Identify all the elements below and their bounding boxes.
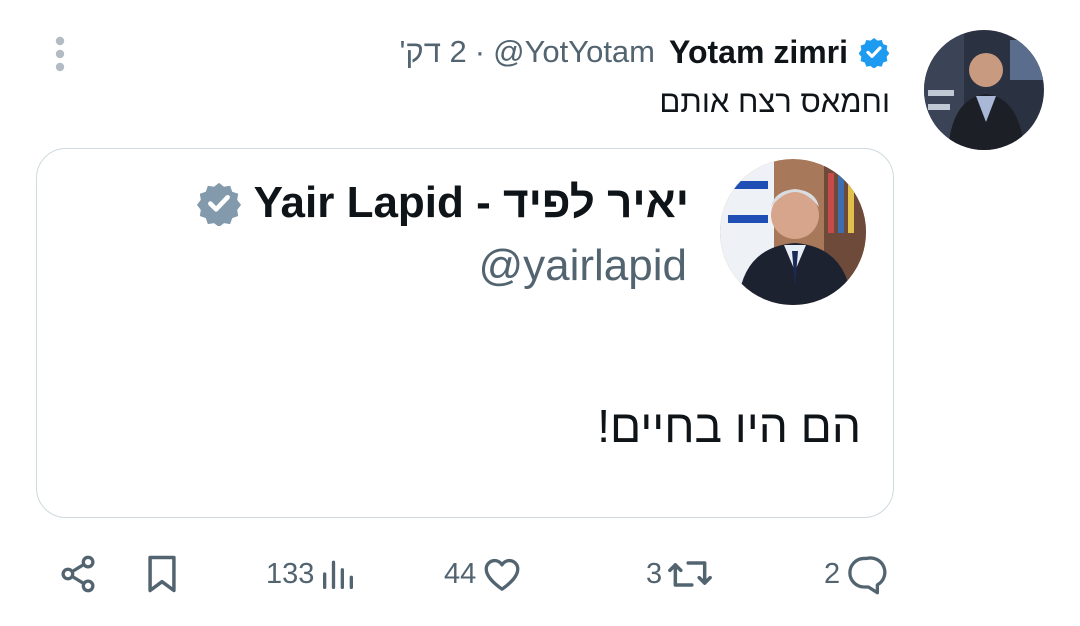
- quoted-avatar[interactable]: [720, 159, 866, 305]
- bookmark-button[interactable]: [140, 548, 184, 600]
- reply-icon: [848, 556, 887, 595]
- quoted-avatar-photo: [720, 159, 866, 305]
- quoted-author-handle[interactable]: @yairlapid: [478, 241, 687, 291]
- verified-badge-icon: [858, 38, 890, 68]
- share-button[interactable]: [56, 548, 100, 600]
- like-button[interactable]: 44: [444, 548, 524, 600]
- tweet-text: וחמאס רצח אותם: [659, 84, 890, 119]
- tweet-header: Yotam zimri @YotYotam · 2 דק': [400, 30, 890, 74]
- likes-count: 44: [444, 557, 477, 590]
- tweet-timestamp[interactable]: 2 דק': [400, 34, 467, 70]
- more-vertical-icon: [55, 36, 65, 72]
- views-count: 133: [266, 557, 315, 590]
- bookmark-icon: [148, 555, 176, 593]
- retweet-button[interactable]: 3: [646, 548, 714, 600]
- retweet-icon: [668, 561, 713, 587]
- share-icon: [61, 555, 95, 593]
- author-avatar[interactable]: [924, 30, 1044, 150]
- replies-count: 2: [824, 557, 841, 590]
- tweet-actions: 133 44 3 2: [0, 548, 1080, 600]
- author-name[interactable]: Yotam zimri: [669, 34, 848, 71]
- quoted-tweet-text: הם היו בחיים!: [597, 400, 861, 452]
- retweets-count: 3: [646, 557, 663, 590]
- quoted-author-name[interactable]: יאיר לפיד - Yair Lapid: [254, 178, 689, 228]
- more-options-button[interactable]: [48, 34, 72, 74]
- author-avatar-photo: [924, 30, 1044, 150]
- heart-icon: [484, 558, 520, 591]
- author-handle[interactable]: @YotYotam: [493, 34, 655, 70]
- verified-badge-gray-icon: [196, 182, 241, 226]
- views-chart-icon: [323, 560, 354, 589]
- reply-button[interactable]: 2: [824, 548, 888, 600]
- quoted-tweet-card[interactable]: יאיר לפיד - Yair Lapid @yairlapid הם היו…: [36, 148, 894, 518]
- separator-dot: ·: [474, 34, 486, 69]
- views-button[interactable]: 133: [266, 548, 358, 600]
- quoted-header: יאיר לפיד - Yair Lapid: [196, 177, 689, 229]
